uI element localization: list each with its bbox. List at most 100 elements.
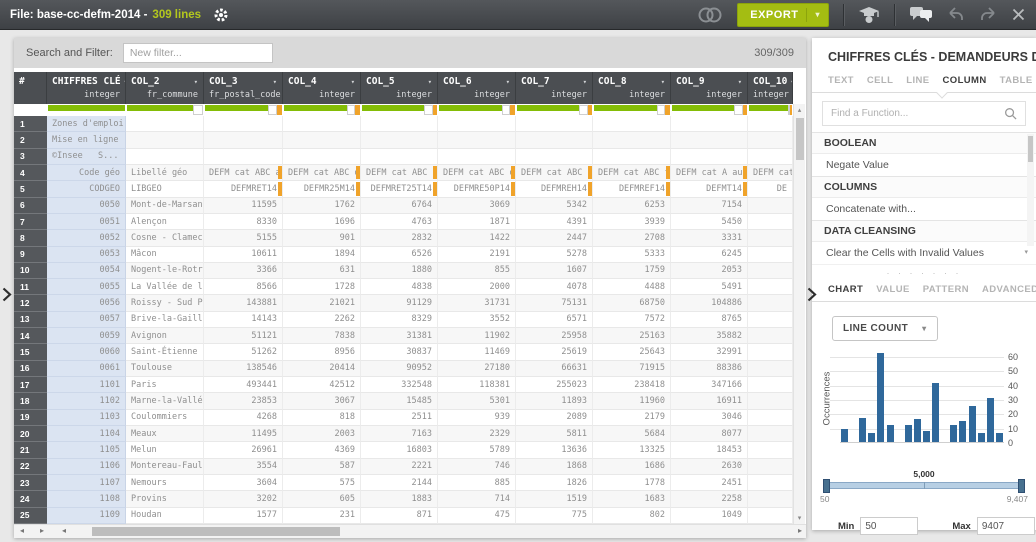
table-cell[interactable]: 1868 xyxy=(516,458,593,475)
table-cell[interactable] xyxy=(748,377,793,394)
table-cell[interactable]: 8329 xyxy=(361,311,438,329)
table-cell[interactable]: 6571 xyxy=(516,311,593,329)
table-cell[interactable]: DEFM cat ABC f... xyxy=(593,164,671,182)
scroll-right-icon[interactable]: ▸ xyxy=(40,526,44,535)
table-cell[interactable]: LIBGEO xyxy=(126,181,204,198)
histogram-bar[interactable] xyxy=(868,433,876,442)
table-cell[interactable]: 91129 xyxy=(361,295,438,312)
table-cell[interactable]: 35882 xyxy=(671,328,748,345)
table-cell[interactable]: 104886 xyxy=(671,295,748,312)
table-cell[interactable]: 1105 xyxy=(47,442,126,459)
table-cell[interactable]: 1422 xyxy=(438,230,516,247)
table-cell[interactable]: 7154 xyxy=(671,197,748,214)
table-cell[interactable]: DEFM cat ABC a... xyxy=(204,164,283,182)
table-cell[interactable]: 8956 xyxy=(283,344,361,361)
table-cell[interactable]: 90952 xyxy=(361,360,438,377)
column-header[interactable]: COL_3 ▾ fr_postal_code xyxy=(204,72,283,104)
table-cell[interactable]: 4763 xyxy=(361,213,438,231)
scroll-down-icon[interactable]: ▾ xyxy=(1024,248,1028,256)
row-number[interactable]: 2 xyxy=(14,132,47,149)
table-cell[interactable] xyxy=(748,311,793,329)
table-cell[interactable]: 0056 xyxy=(47,295,126,312)
table-cell[interactable] xyxy=(361,132,438,149)
row-number[interactable]: 5 xyxy=(14,181,47,198)
academy-icon[interactable] xyxy=(858,6,880,24)
column-menu-caret-icon[interactable]: ▾ xyxy=(790,78,792,86)
table-cell[interactable]: Cosne - Clamecy xyxy=(126,230,204,247)
quality-bar[interactable] xyxy=(671,104,748,116)
filter-input[interactable] xyxy=(122,43,273,63)
row-number[interactable]: 21 xyxy=(14,442,47,459)
tab-cell[interactable]: CELL xyxy=(867,75,893,86)
table-cell[interactable]: 0059 xyxy=(47,328,126,345)
table-cell[interactable]: Mont-de-Marsan xyxy=(126,197,204,214)
table-cell[interactable]: DEFMRET14 xyxy=(204,181,283,198)
table-cell[interactable]: 4838 xyxy=(361,279,438,296)
column-header[interactable]: COL_6 ▾ integer xyxy=(438,72,516,104)
table-cell[interactable]: Mâcon xyxy=(126,246,204,263)
table-cell[interactable] xyxy=(748,425,793,443)
table-cell[interactable]: 332548 xyxy=(361,377,438,394)
quality-bar[interactable] xyxy=(748,104,793,116)
table-cell[interactable]: Toulouse xyxy=(126,360,204,377)
column-menu-caret-icon[interactable]: ▾ xyxy=(661,78,665,86)
table-cell[interactable]: 13325 xyxy=(593,442,671,459)
table-cell[interactable]: 11495 xyxy=(204,425,283,443)
table-cell[interactable]: 11469 xyxy=(438,344,516,361)
table-cell[interactable]: 3069 xyxy=(438,197,516,214)
column-menu-caret-icon[interactable]: ▾ xyxy=(194,78,198,86)
table-cell[interactable]: 5278 xyxy=(516,246,593,263)
table-cell[interactable]: 5789 xyxy=(438,442,516,459)
function-item[interactable]: Concatenate with... xyxy=(812,197,1036,220)
tab-line[interactable]: LINE xyxy=(906,75,929,86)
histogram-bar[interactable] xyxy=(932,383,940,442)
histogram-bar[interactable] xyxy=(923,430,930,442)
histogram-bar[interactable] xyxy=(886,424,894,442)
table-cell[interactable]: 1107 xyxy=(47,474,126,492)
table-cell[interactable] xyxy=(748,344,793,361)
column-header[interactable]: COL_9 ▾ integer xyxy=(671,72,748,104)
table-cell[interactable]: 3604 xyxy=(204,474,283,492)
table-cell[interactable] xyxy=(748,213,793,231)
table-cell[interactable]: 0055 xyxy=(47,279,126,296)
row-number[interactable]: 3 xyxy=(14,148,47,165)
stat-tab-pattern[interactable]: PATTERN xyxy=(923,284,969,295)
table-cell[interactable]: 0053 xyxy=(47,246,126,263)
table-cell[interactable]: 26961 xyxy=(204,442,283,459)
table-cell[interactable] xyxy=(438,148,516,165)
table-cell[interactable] xyxy=(438,132,516,149)
table-cell[interactable] xyxy=(671,148,748,165)
table-cell[interactable]: 1104 xyxy=(47,425,126,443)
tab-table[interactable]: TABLE xyxy=(1000,75,1033,86)
compare-circles-icon[interactable] xyxy=(697,6,723,24)
table-cell[interactable]: 238418 xyxy=(593,377,671,394)
table-cell[interactable]: 6526 xyxy=(361,246,438,263)
table-cell[interactable]: 11902 xyxy=(438,328,516,345)
left-panel-expand-chevron-icon[interactable] xyxy=(2,287,12,307)
column-menu-caret-icon[interactable]: ▾ xyxy=(428,78,432,86)
table-cell[interactable] xyxy=(748,116,793,133)
table-cell[interactable]: 1880 xyxy=(361,262,438,280)
table-cell[interactable]: 6245 xyxy=(671,246,748,263)
tab-text[interactable]: TEXT xyxy=(828,75,854,86)
table-cell[interactable]: CODGEO xyxy=(47,181,126,198)
table-cell[interactable]: 1049 xyxy=(671,507,748,524)
table-cell[interactable]: 42512 xyxy=(283,377,361,394)
table-cell[interactable]: 5333 xyxy=(593,246,671,263)
histogram-bar[interactable] xyxy=(986,397,994,442)
table-cell[interactable]: 31731 xyxy=(438,295,516,312)
table-cell[interactable]: DEFMRE50P14 xyxy=(438,181,516,198)
table-cell[interactable] xyxy=(748,246,793,263)
quality-bar[interactable] xyxy=(593,104,671,116)
table-cell[interactable] xyxy=(593,148,671,165)
gear-icon[interactable] xyxy=(213,7,229,23)
table-cell[interactable]: 2630 xyxy=(671,458,748,475)
table-cell[interactable] xyxy=(516,116,593,133)
table-cell[interactable]: Meaux xyxy=(126,425,204,443)
function-search-input[interactable] xyxy=(831,108,1004,119)
table-cell[interactable] xyxy=(748,328,793,345)
table-cell[interactable]: 2003 xyxy=(283,425,361,443)
table-cell[interactable]: Avignon xyxy=(126,328,204,345)
quality-bar[interactable] xyxy=(126,104,204,116)
table-cell[interactable]: 51121 xyxy=(204,328,283,345)
